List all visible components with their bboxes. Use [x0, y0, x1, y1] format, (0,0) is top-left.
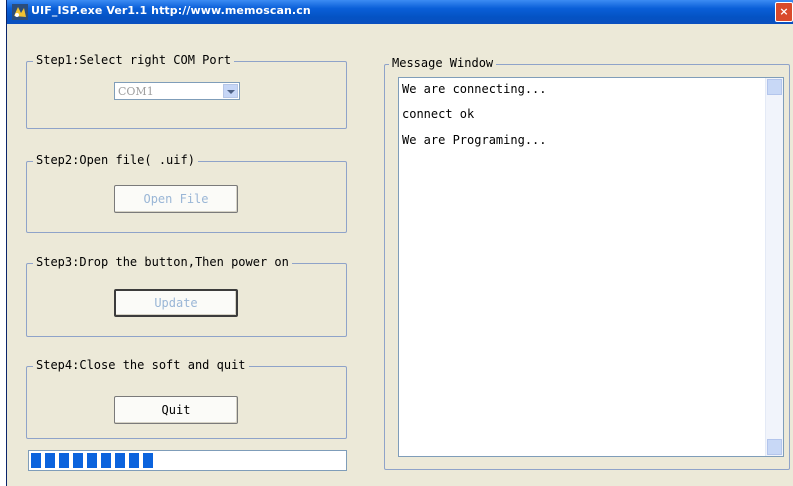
message-line: connect ok [402, 107, 475, 121]
progress-block [31, 453, 41, 468]
message-line: We are connecting... [402, 82, 547, 96]
step2-legend: Step2:Open file( .uif) [33, 153, 198, 167]
window-title: UIF_ISP.exe Ver1.1 http://www.memoscan.c… [31, 4, 311, 17]
step3-legend: Step3:Drop the button,Then power on [33, 255, 292, 269]
isp-window: UIF_ISP.exe Ver1.1 http://www.memoscan.c… [6, 0, 793, 486]
progress-block [115, 453, 125, 468]
window-bottom-edge [7, 476, 793, 486]
title-bar[interactable]: UIF_ISP.exe Ver1.1 http://www.memoscan.c… [7, 0, 793, 24]
com-port-value: COM1 [118, 85, 154, 98]
progress-block [45, 453, 55, 468]
step1-legend: Step1:Select right COM Port [33, 53, 235, 67]
app-icon [12, 4, 28, 20]
message-line: We are Programing... [402, 133, 547, 147]
step4-legend: Step4:Close the soft and quit [33, 358, 249, 372]
close-icon: × [779, 5, 789, 18]
open-file-button[interactable]: Open File [114, 185, 238, 213]
progress-block [87, 453, 97, 468]
progress-block [59, 453, 69, 468]
progress-block [101, 453, 111, 468]
progress-block [143, 453, 153, 468]
update-button[interactable]: Update [114, 289, 238, 317]
message-window-legend: Message Window [389, 56, 497, 70]
vertical-scrollbar[interactable] [765, 78, 783, 456]
scroll-down-button[interactable] [767, 439, 782, 455]
scroll-up-button[interactable] [767, 79, 782, 95]
message-log[interactable]: We are connecting... connect ok We are P… [398, 77, 784, 457]
close-button[interactable]: × [775, 2, 793, 22]
com-port-select[interactable]: COM1 [114, 82, 240, 100]
progress-bar [28, 450, 347, 471]
progress-block [73, 453, 83, 468]
chevron-down-icon[interactable] [223, 84, 238, 98]
quit-button[interactable]: Quit [114, 396, 238, 424]
progress-block [129, 453, 139, 468]
